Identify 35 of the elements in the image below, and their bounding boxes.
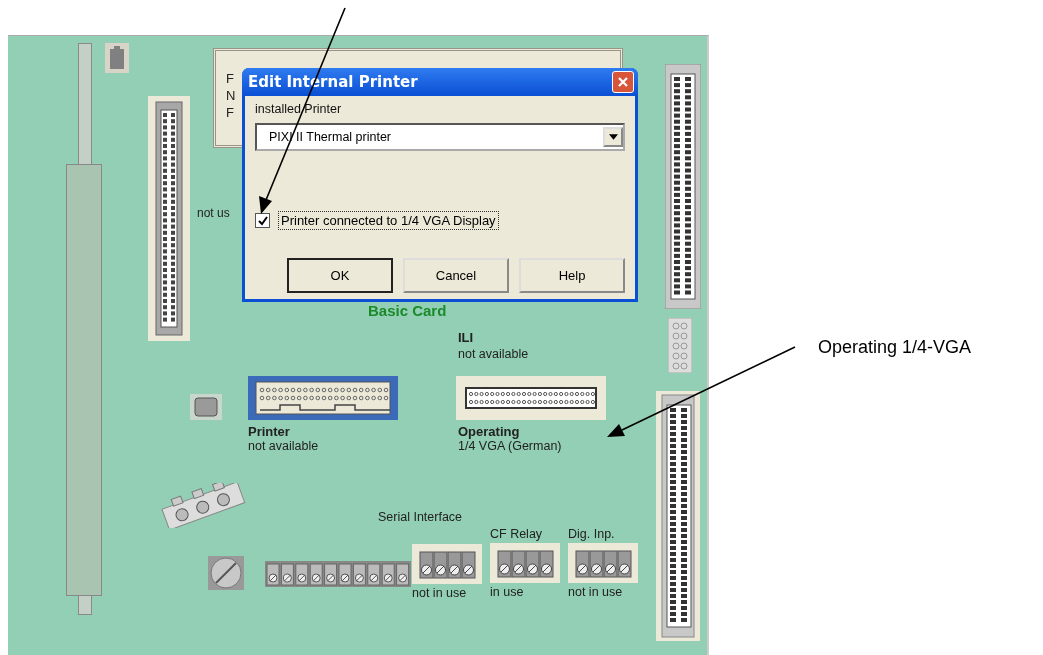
screw-icon (208, 556, 244, 590)
close-button[interactable] (612, 71, 634, 93)
caret-icon (608, 134, 618, 140)
terminal-block-drawing (490, 543, 560, 583)
terminal-status: not in use (412, 586, 467, 600)
terminal-group-label: Serial Interface (378, 510, 463, 524)
field-label: installed Printer (255, 102, 343, 116)
terminal-block-drawing (412, 544, 482, 584)
dialog-button[interactable]: OK (287, 258, 393, 293)
port-name: Printer (248, 424, 290, 439)
info-text: F (226, 71, 234, 86)
port-status: 1/4 VGA (German) (458, 439, 562, 453)
close-icon (617, 76, 629, 88)
network-jack-icon (105, 43, 129, 73)
port-name: Operating (458, 424, 520, 439)
port-status: not us (197, 206, 230, 220)
terminal-name: CF Relay (490, 527, 543, 541)
board-title: Basic Card (368, 302, 447, 319)
callout-text: Operating 1/4-VGA (818, 337, 972, 358)
terminal-name: Dig. Inp. (568, 527, 615, 541)
terminal-status: in use (490, 585, 524, 599)
pin-header-drawing (668, 318, 692, 373)
info-text: F (226, 105, 234, 120)
port-status: not available (458, 347, 529, 361)
printer-connector-drawing[interactable] (248, 376, 398, 420)
dialog-button[interactable]: Help (519, 258, 625, 293)
terminal-status: not in use (568, 585, 623, 599)
info-text: N (226, 88, 236, 103)
port-name: ILI (458, 330, 474, 345)
port-status: not available (248, 439, 319, 453)
printer-dropdown[interactable]: PIXI II Thermal printer (255, 123, 625, 151)
usb-port-icon (190, 394, 222, 420)
checkmark-icon (257, 215, 268, 226)
dialog-button[interactable]: Cancel (403, 258, 509, 293)
terminal-block-drawing (568, 543, 638, 583)
